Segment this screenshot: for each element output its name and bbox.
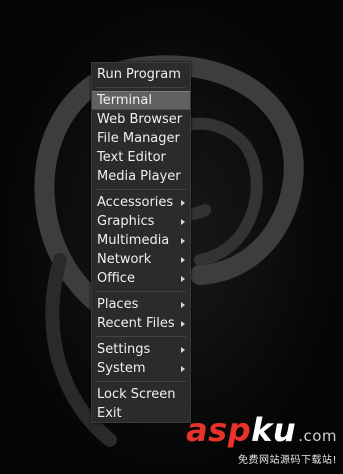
menu-item-label: System [97,361,146,376]
submenu-arrow-icon [181,365,185,372]
submenu-arrow-icon [181,199,185,206]
menu-item-label: Places [97,297,139,312]
aspku-watermark: aspku .com 免费网站源码下载站! [186,413,337,466]
menu-item-settings[interactable]: Settings [92,340,190,359]
menu-item-places[interactable]: Places [92,295,190,314]
menu-item-terminal[interactable]: Terminal [92,91,190,110]
menu-item-label: Graphics [97,214,155,229]
menu-item-system[interactable]: System [92,359,190,378]
menu-item-run-program[interactable]: Run Program [92,65,190,84]
menu-separator [96,189,186,190]
menu-item-file-manager[interactable]: File Manager [92,129,190,148]
menu-item-label: Accessories [97,195,174,210]
menu-item-recent-files[interactable]: Recent Files [92,314,190,333]
watermark-logo: aspku .com [186,411,337,449]
menu-item-multimedia[interactable]: Multimedia [92,231,190,250]
menu-item-office[interactable]: Office [92,269,190,288]
menu-separator [96,336,186,337]
menu-item-graphics[interactable]: Graphics [92,212,190,231]
menu-item-network[interactable]: Network [92,250,190,269]
submenu-arrow-icon [181,301,185,308]
menu-item-lock-screen[interactable]: Lock Screen [92,385,190,404]
menu-item-exit[interactable]: Exit [92,404,190,423]
menu-item-label: Recent Files [97,316,175,331]
menu-item-accessories[interactable]: Accessories [92,193,190,212]
menu-separator [96,381,186,382]
menu-item-text-editor[interactable]: Text Editor [92,148,190,167]
menu-item-label: Settings [97,342,151,357]
menu-item-label: Office [97,271,135,286]
menu-separator [96,291,186,292]
root-menu: Run Program Terminal Web Browser File Ma… [91,62,191,423]
submenu-arrow-icon [181,275,185,282]
desktop-background: aspku .com 免费网站源码下载站! Run Program Termina… [0,0,343,474]
menu-item-web-browser[interactable]: Web Browser [92,110,190,129]
submenu-arrow-icon [181,256,185,263]
watermark-tagline: 免费网站源码下载站! [237,455,337,466]
submenu-arrow-icon [181,237,185,244]
submenu-arrow-icon [181,320,185,327]
menu-item-label: Multimedia [97,233,170,248]
menu-item-label: Network [97,252,152,267]
submenu-arrow-icon [181,346,185,353]
submenu-arrow-icon [181,218,185,225]
menu-item-media-player[interactable]: Media Player [92,167,190,186]
menu-separator [96,87,186,88]
